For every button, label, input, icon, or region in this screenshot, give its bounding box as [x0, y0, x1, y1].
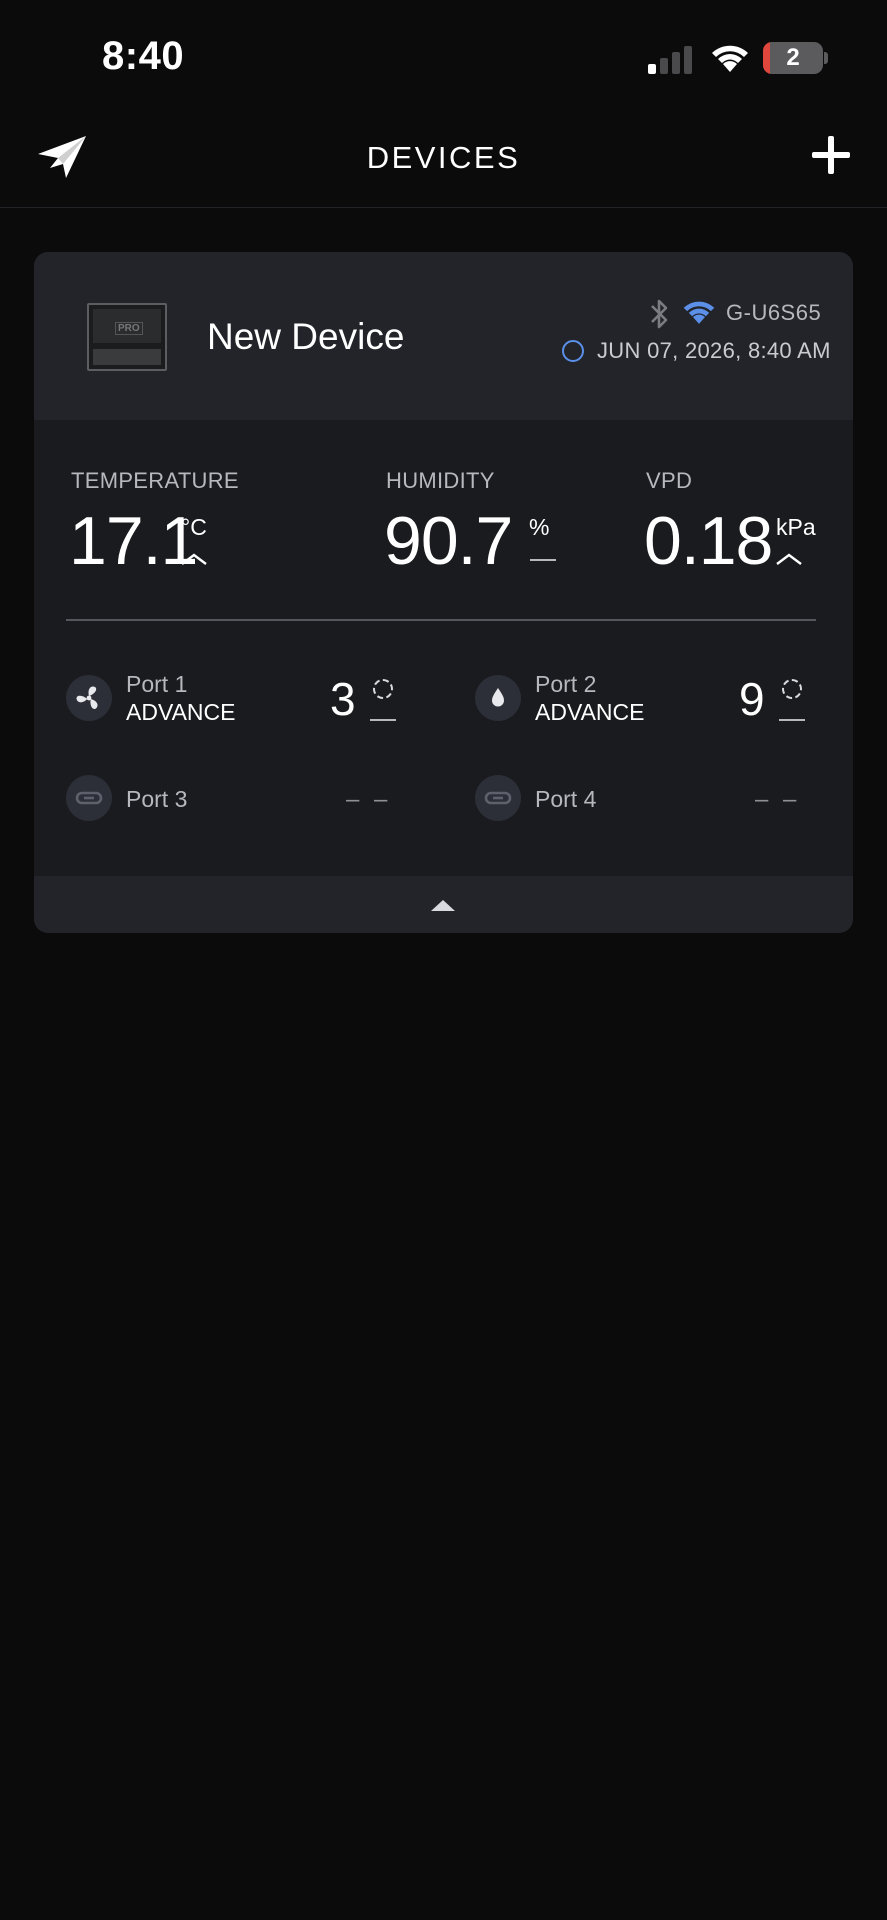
- metrics-divider: [66, 619, 816, 621]
- trend-up-icon: [181, 553, 207, 565]
- vpd-value: 0.18: [644, 503, 773, 579]
- page-title: DEVICES: [366, 140, 521, 175]
- device-thumbnail: PRO: [87, 303, 167, 371]
- temperature-unit: °C: [181, 514, 207, 540]
- bluetooth-icon: [651, 299, 668, 329]
- battery-level: 2: [786, 44, 800, 71]
- temperature-label: TEMPERATURE: [71, 468, 239, 493]
- port-2-mode: ADVANCE: [535, 699, 645, 725]
- collapse-arrow-icon[interactable]: [431, 900, 455, 911]
- port-1-mode-icon: [373, 679, 393, 699]
- link-icon: [475, 775, 521, 821]
- battery-icon: 2: [763, 42, 823, 74]
- port-3-level: – –: [346, 786, 392, 813]
- device-card-header[interactable]: PRO New Device G-U6S65 JUN 07, 2026, 8:4…: [34, 252, 853, 420]
- trend-up-icon: [776, 553, 802, 565]
- port-2-mode-icon: [782, 679, 802, 699]
- nav-divider: [0, 207, 887, 208]
- device-card[interactable]: PRO New Device G-U6S65 JUN 07, 2026, 8:4…: [34, 252, 853, 933]
- port-4-level: – –: [755, 786, 801, 813]
- add-device-button[interactable]: [810, 134, 852, 176]
- wifi-status-icon: [712, 45, 748, 72]
- humidity-unit: %: [529, 514, 550, 540]
- trend-flat-icon: [530, 559, 556, 561]
- link-icon: [66, 775, 112, 821]
- device-name: New Device: [207, 316, 405, 357]
- temperature-value: 17.1: [69, 503, 198, 579]
- vpd-label: VPD: [646, 468, 693, 493]
- vpd-unit: kPa: [776, 514, 816, 540]
- battery-cap: [824, 52, 828, 64]
- wifi-connected-icon: [683, 301, 715, 324]
- port-1-name: Port 1: [126, 671, 188, 697]
- device-id: G-U6S65: [726, 300, 822, 325]
- port-2-level: 9: [739, 673, 765, 725]
- status-ring-icon: [562, 340, 584, 362]
- port-4-name: Port 4: [535, 786, 597, 812]
- port-2-trend: [779, 719, 805, 721]
- port-1-level: 3: [330, 673, 356, 725]
- port-1-mode: ADVANCE: [126, 699, 236, 725]
- port-1-trend: [370, 719, 396, 721]
- water-drop-icon: [475, 675, 521, 721]
- humidity-value: 90.7: [384, 503, 513, 579]
- last-updated-time: JUN 07, 2026, 8:40 AM: [597, 338, 831, 363]
- port-3-name: Port 3: [126, 786, 188, 812]
- thumbnail-label: PRO: [115, 322, 143, 335]
- cellular-signal-icon: [648, 44, 694, 74]
- status-time: 8:40: [102, 34, 185, 78]
- humidity-label: HUMIDITY: [386, 468, 495, 493]
- port-2-name: Port 2: [535, 671, 597, 697]
- fan-icon: [66, 675, 112, 721]
